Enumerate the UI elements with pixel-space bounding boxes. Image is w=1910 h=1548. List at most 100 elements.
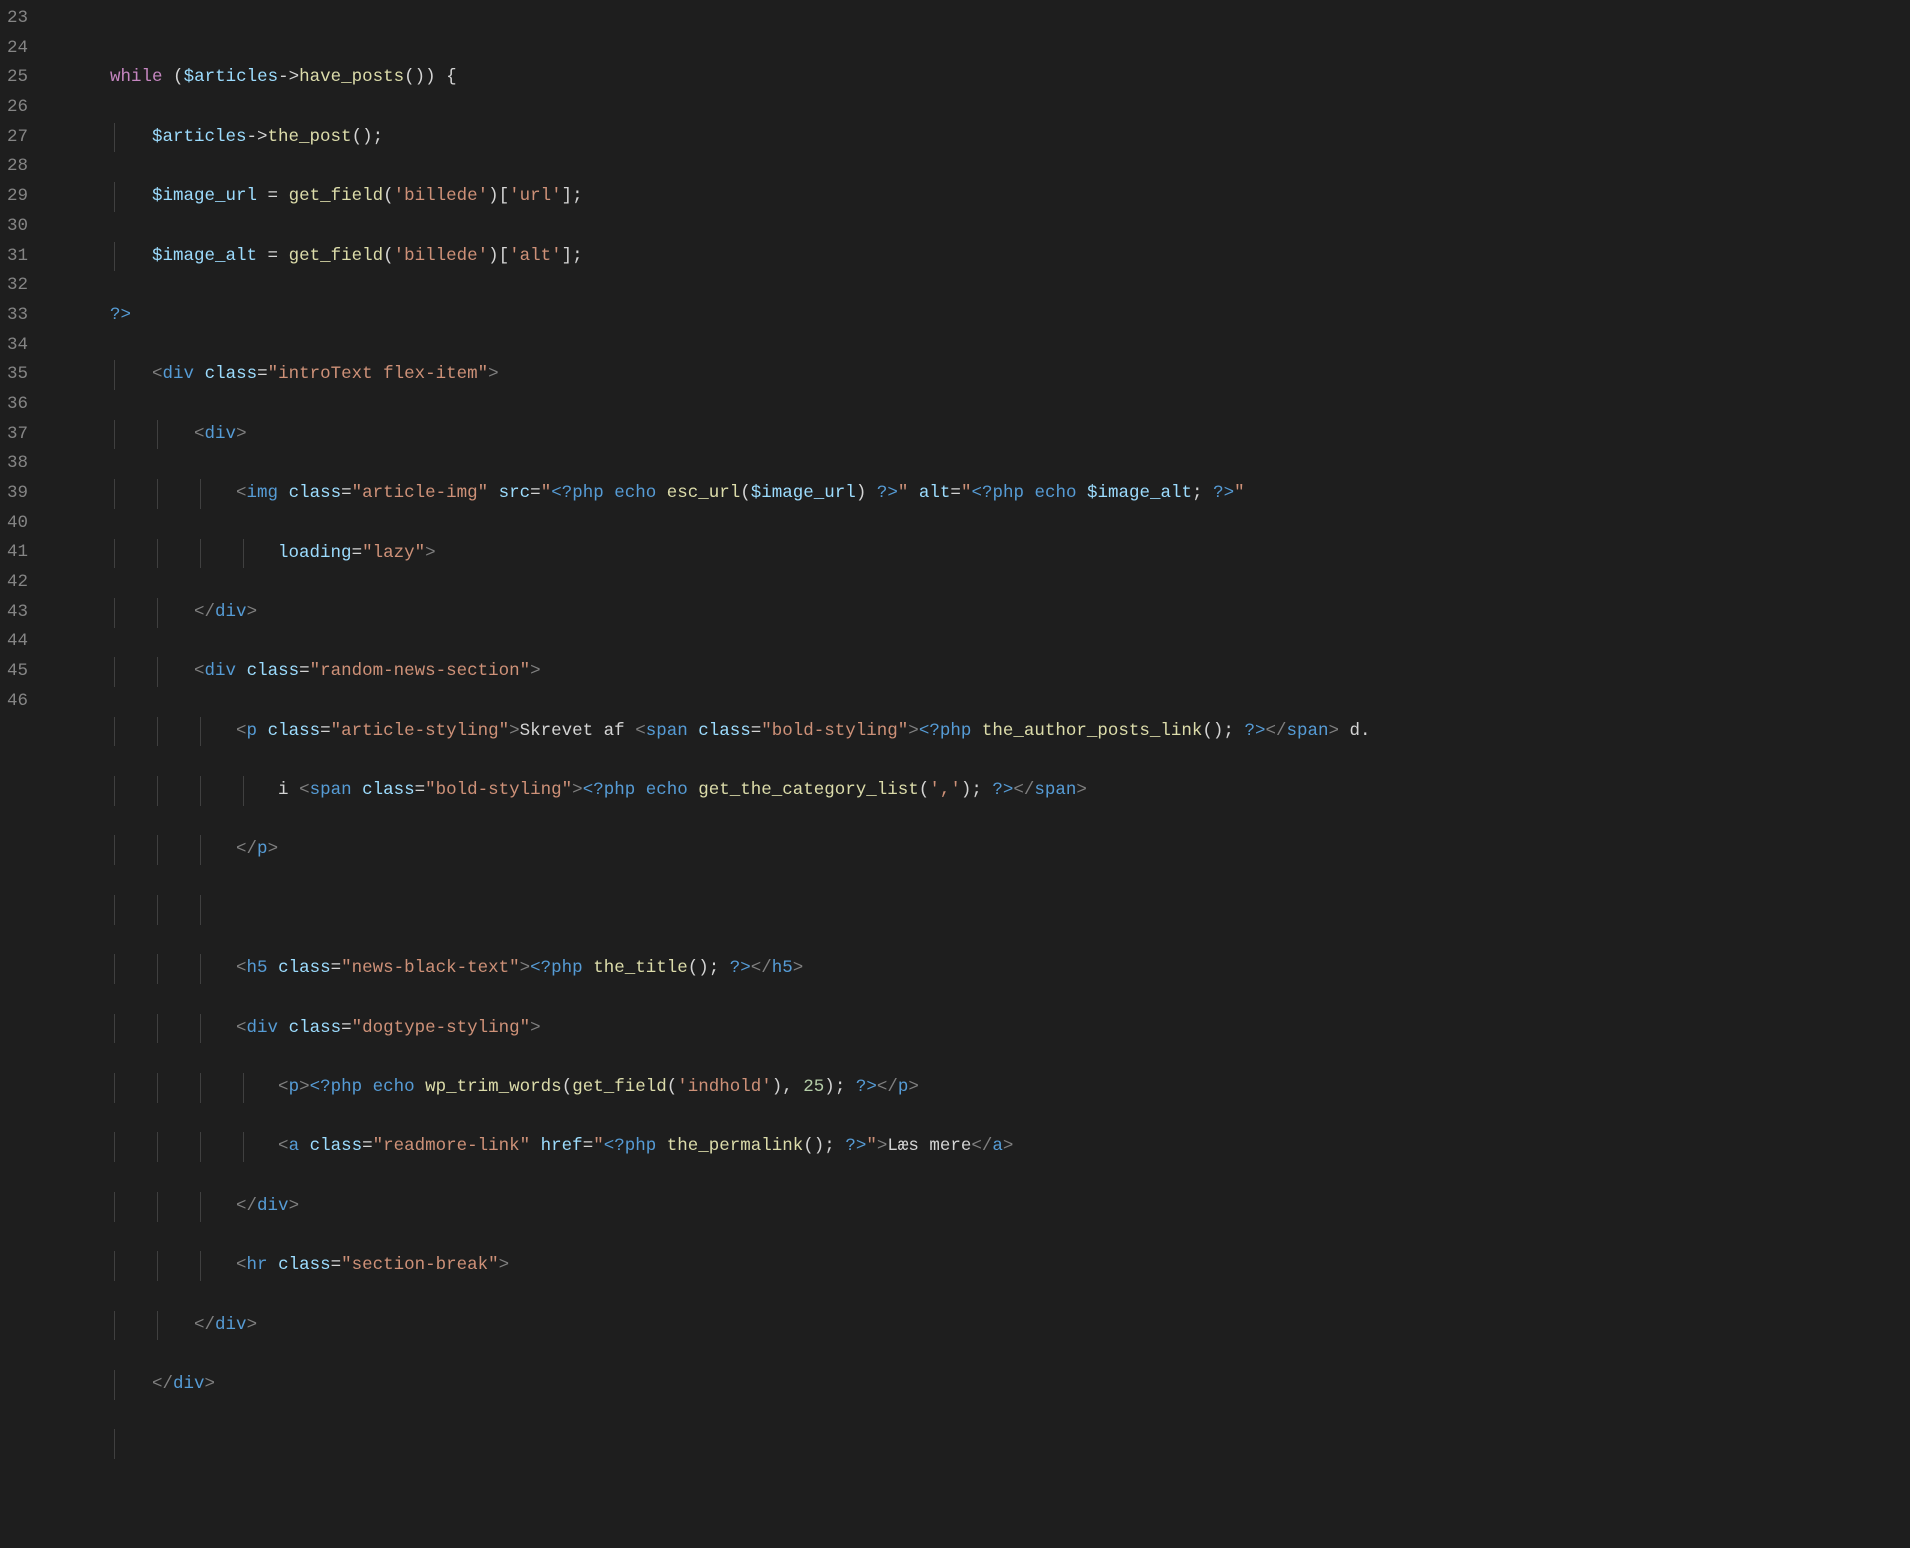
- paren-open: (: [562, 1077, 573, 1097]
- string-bold-styling: "bold-styling": [761, 721, 908, 741]
- paren-open: (: [173, 67, 184, 87]
- paren-pair: (): [352, 127, 373, 147]
- equals: =: [352, 543, 363, 563]
- paren-close: ): [425, 67, 436, 87]
- code-line[interactable]: </p>: [68, 835, 1371, 865]
- attr-href: href: [541, 1136, 583, 1156]
- code-editor[interactable]: 23 24 25 26 27 28 29 30 31 32 33 34 35 3…: [0, 0, 1910, 872]
- tag-end: >: [877, 1136, 888, 1156]
- text-laes-mere: Læs mere: [887, 1136, 971, 1156]
- php-open-tag: <?php: [919, 721, 972, 741]
- variable-image-alt: $image_alt: [152, 246, 257, 266]
- tag-div: div: [215, 1315, 247, 1335]
- semicolon: ;: [572, 186, 583, 206]
- code-line[interactable]: loading="lazy">: [68, 539, 1371, 569]
- bracket-open: [: [499, 246, 510, 266]
- code-line[interactable]: $image_url = get_field('billede')['url']…: [68, 182, 1371, 212]
- text-i: i: [278, 780, 299, 800]
- attr-class: class: [247, 661, 300, 681]
- php-close-tag: ?>: [730, 958, 751, 978]
- quote-close: ": [898, 483, 909, 503]
- line-number: 46: [0, 687, 28, 717]
- tag-span: span: [1286, 721, 1328, 741]
- tag-div: div: [163, 364, 195, 384]
- code-line[interactable]: ?>: [68, 301, 1371, 331]
- tag-close-open: </: [1013, 780, 1034, 800]
- bracket-close: ]: [562, 246, 573, 266]
- tag-end: >: [289, 1196, 300, 1216]
- php-echo: echo: [373, 1077, 415, 1097]
- line-number: 35: [0, 360, 28, 390]
- tag-end: >: [1076, 780, 1087, 800]
- php-close-tag: ?>: [845, 1136, 866, 1156]
- code-line[interactable]: <h5 class="news-black-text"><?php the_ti…: [68, 954, 1371, 984]
- tag-end: >: [236, 424, 247, 444]
- code-line[interactable]: <hr class="section-break">: [68, 1251, 1371, 1281]
- code-line[interactable]: <div class="introText flex-item">: [68, 360, 1371, 390]
- php-close-tag: ?>: [992, 780, 1013, 800]
- attr-class: class: [278, 958, 331, 978]
- quote-close: ": [866, 1136, 877, 1156]
- attr-class: class: [205, 364, 258, 384]
- code-line[interactable]: while ($articles->have_posts()) {: [68, 63, 1371, 93]
- op-arrow: ->: [278, 67, 299, 87]
- equals: =: [530, 483, 541, 503]
- tag-open: <: [236, 1018, 247, 1038]
- paren-open: (: [919, 780, 930, 800]
- bracket-close: ]: [562, 186, 573, 206]
- code-line[interactable]: </div>: [68, 1192, 1371, 1222]
- equals: =: [751, 721, 762, 741]
- tag-open: <: [236, 1255, 247, 1275]
- tag-a: a: [992, 1136, 1003, 1156]
- php-echo: echo: [1034, 483, 1076, 503]
- code-line[interactable]: </div>: [68, 1311, 1371, 1341]
- code-line[interactable]: i <span class="bold-styling"><?php echo …: [68, 776, 1371, 806]
- code-line[interactable]: <img class="article-img" src="<?php echo…: [68, 479, 1371, 509]
- php-close-tag: ?>: [1244, 721, 1265, 741]
- line-number: 44: [0, 627, 28, 657]
- fn-have-posts: have_posts: [299, 67, 404, 87]
- code-line[interactable]: </div>: [68, 1370, 1371, 1400]
- variable-image-alt: $image_alt: [1087, 483, 1192, 503]
- code-line[interactable]: <div class="dogtype-styling">: [68, 1014, 1371, 1044]
- string-dogtype: "dogtype-styling": [352, 1018, 531, 1038]
- attr-alt: alt: [919, 483, 951, 503]
- variable-image-url: $image_url: [751, 483, 856, 503]
- keyword-while: while: [110, 67, 163, 87]
- semicolon: ;: [373, 127, 384, 147]
- equals: =: [320, 721, 331, 741]
- code-line[interactable]: <div>: [68, 420, 1371, 450]
- code-line[interactable]: <p><?php echo wp_trim_words(get_field('i…: [68, 1073, 1371, 1103]
- bracket-open: [: [499, 186, 510, 206]
- string-url: 'url': [509, 186, 562, 206]
- tag-close-open: </: [194, 1315, 215, 1335]
- code-line[interactable]: <a class="readmore-link" href="<?php the…: [68, 1132, 1371, 1162]
- line-number: 28: [0, 152, 28, 182]
- attr-class: class: [278, 1255, 331, 1275]
- code-line[interactable]: <div class="random-news-section">: [68, 657, 1371, 687]
- line-number: 34: [0, 331, 28, 361]
- line-number: 43: [0, 598, 28, 628]
- code-line[interactable]: [68, 1429, 1371, 1459]
- tag-img: img: [247, 483, 279, 503]
- equals: =: [362, 1136, 373, 1156]
- code-area[interactable]: while ($articles->have_posts()) { $artic…: [48, 0, 1371, 872]
- line-number: 39: [0, 479, 28, 509]
- string-comma: ',': [929, 780, 961, 800]
- brace-open: {: [436, 67, 457, 87]
- semicolon: ;: [572, 246, 583, 266]
- tag-div: div: [205, 661, 237, 681]
- code-line[interactable]: <p class="article-styling">Skrevet af <s…: [68, 717, 1371, 747]
- code-line[interactable]: </div>: [68, 598, 1371, 628]
- attr-class: class: [362, 780, 415, 800]
- tag-close-open: </: [877, 1077, 898, 1097]
- tag-close-open: </: [751, 958, 772, 978]
- tag-end: >: [425, 543, 436, 563]
- tag-div: div: [205, 424, 237, 444]
- code-line[interactable]: [68, 895, 1371, 925]
- string-article-img: "article-img": [352, 483, 489, 503]
- code-line[interactable]: $image_alt = get_field('billede')['alt']…: [68, 242, 1371, 272]
- code-line[interactable]: $articles->the_post();: [68, 123, 1371, 153]
- fn-author-link: the_author_posts_link: [982, 721, 1203, 741]
- op-arrow: ->: [247, 127, 268, 147]
